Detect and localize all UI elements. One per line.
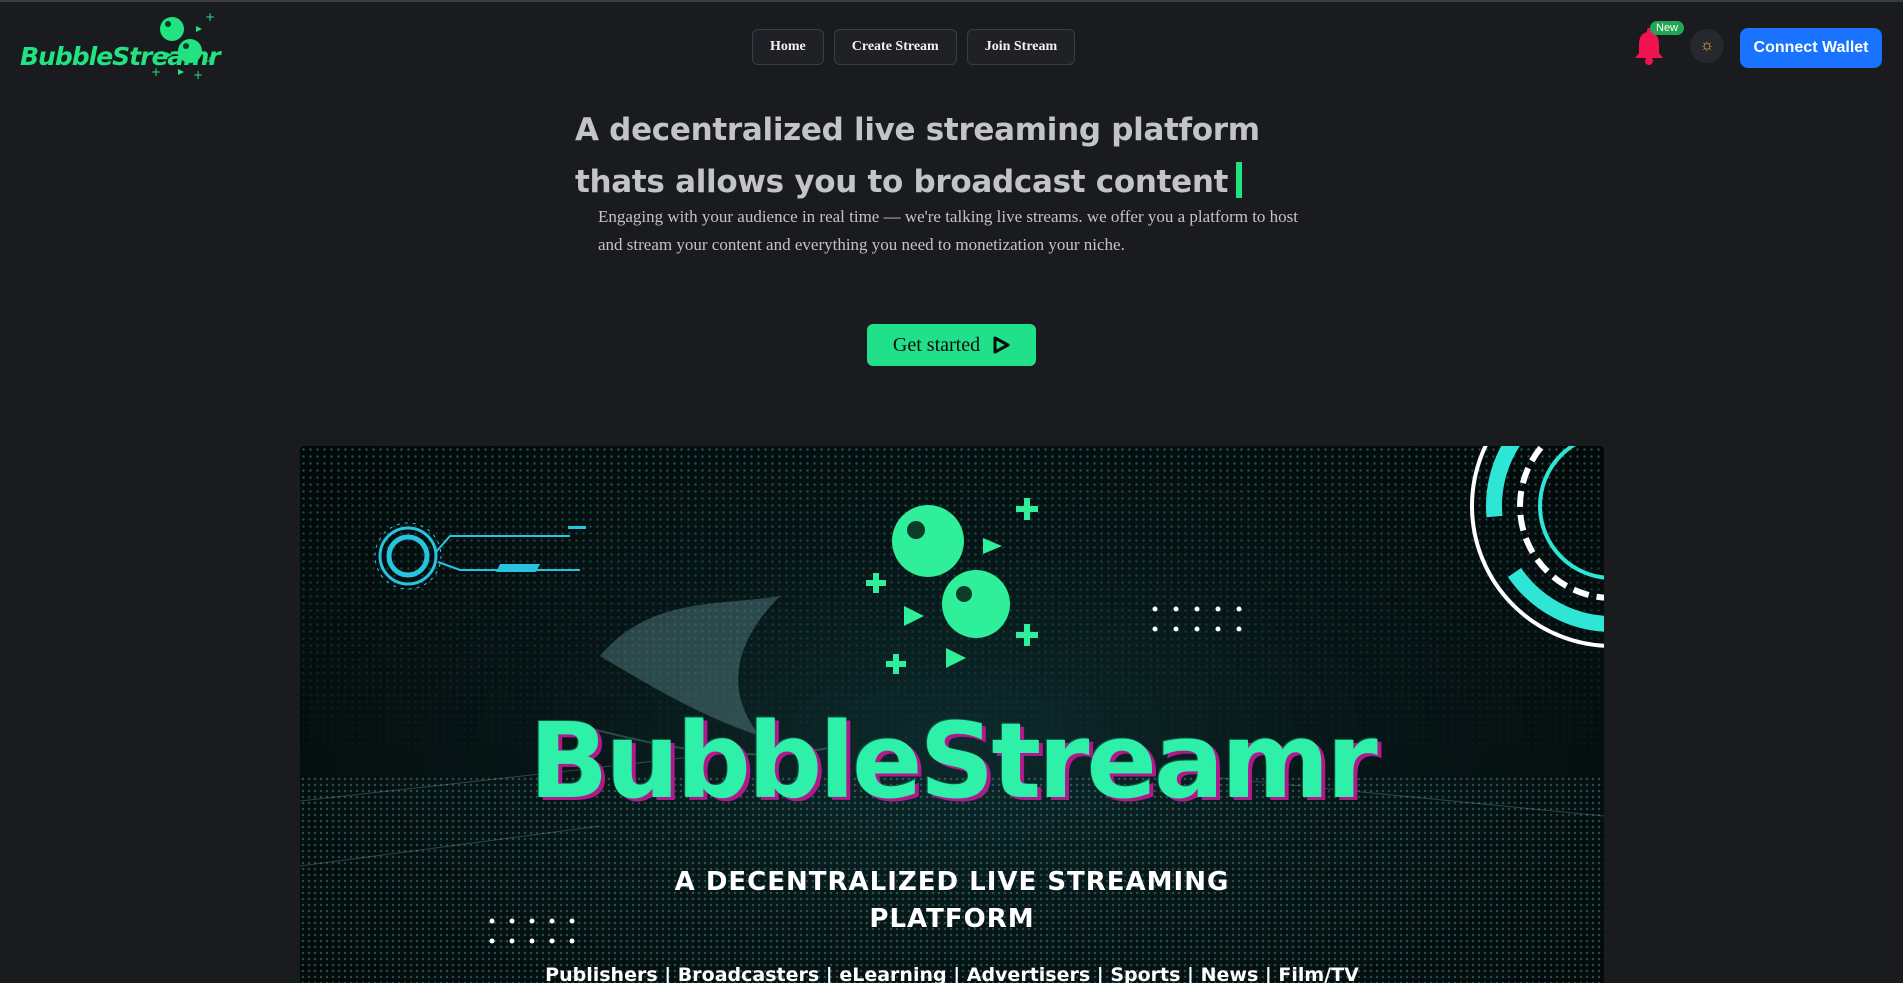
banner-tagline: A DECENTRALIZED LIVE STREAMING PLATFORM	[300, 864, 1604, 938]
svg-text:+: +	[205, 12, 215, 24]
brand-logo[interactable]: + + + + BubbleStreamr	[18, 12, 221, 84]
hero-headline-text: A decentralized live streaming platform …	[575, 112, 1260, 200]
banner-categories: Publishers | Broadcasters | eLearning | …	[545, 964, 1359, 983]
banner-tagline-line1: A DECENTRALIZED LIVE STREAMING	[674, 867, 1230, 897]
decor-arcs	[1470, 446, 1604, 648]
banner-tagline-line2: PLATFORM	[869, 904, 1035, 934]
sun-icon: ☼	[1699, 37, 1715, 54]
hud-target-icon	[374, 522, 586, 590]
get-started-button[interactable]: Get started	[867, 324, 1036, 366]
nav-home-button[interactable]: Home	[752, 29, 824, 65]
get-started-label: Get started	[892, 333, 981, 356]
nav-join-stream-button[interactable]: Join Stream	[966, 29, 1076, 65]
main-nav: Home Create Stream Join Stream	[752, 29, 1076, 65]
typing-caret	[1236, 162, 1243, 198]
hero-headline: A decentralized live streaming platform …	[575, 104, 1335, 208]
header: + + + + BubbleStreamr Home Create Stream…	[0, 0, 1903, 96]
play-icon	[993, 336, 1010, 354]
hero-banner: BubbleStreamr A DECENTRALIZED LIVE STREA…	[300, 446, 1604, 983]
brand-name: BubbleStreamr	[20, 42, 221, 71]
hero-subtext: Engaging with your audience in real time…	[598, 207, 1299, 254]
banner-title: BubbleStreamr	[529, 700, 1378, 822]
notification-badge: New	[1650, 21, 1685, 35]
nav-create-stream-button[interactable]: Create Stream	[833, 29, 957, 65]
banner-bubbles-logo-icon	[866, 498, 1038, 674]
theme-toggle-button[interactable]: ☼	[1690, 29, 1724, 63]
connect-wallet-button[interactable]: Connect Wallet	[1740, 28, 1882, 68]
